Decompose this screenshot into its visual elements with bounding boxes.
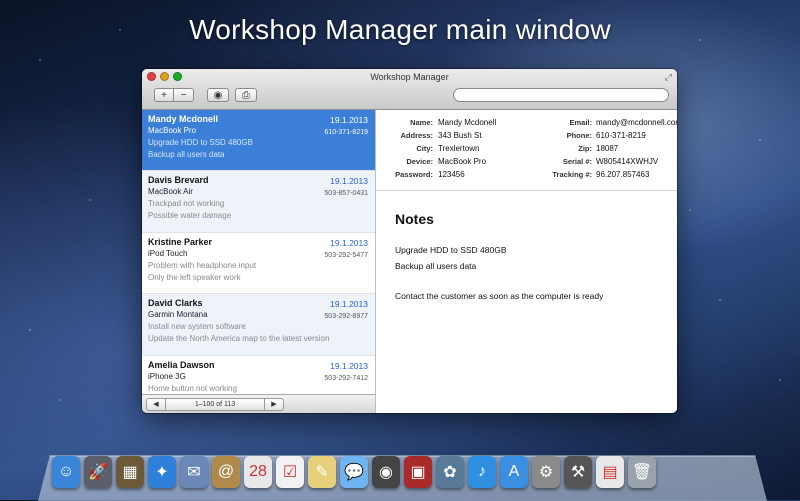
fullscreen-icon[interactable]: ⤢ [665,72,672,83]
field-label: Name: [410,118,433,127]
item-date: 19.1.2013 [330,176,368,187]
print-button[interactable]: ⎙ [235,88,257,102]
window-title: Workshop Manager [370,72,449,82]
field-value[interactable]: 610-371-8219 [596,131,646,140]
item-date: 19.1.2013 [330,115,368,125]
item-phone: 503-292-8977 [324,313,368,321]
item-note: Upgrade HDD to SSD 480GB [148,138,253,147]
page-info: 1–100 of 113 [166,398,264,411]
field-label: Email: [569,118,592,127]
notes-icon[interactable]: ✎ [308,456,336,488]
previous-page-button[interactable]: ◀ [146,398,166,411]
safari-icon[interactable]: ✦ [148,456,176,488]
trash-icon[interactable]: 🗑 [628,456,656,488]
item-note: Home button not working [148,383,237,393]
item-note: Install new system software [148,322,246,332]
field-row: Address: 343 Bush St Phone: 610-371-8219 [376,131,677,143]
item-note: Backup all users data [148,150,225,159]
pager: ◀ 1–100 of 113 ▶ [146,398,284,411]
item-note: Possible water damage [148,211,232,221]
field-value[interactable]: 18087 [596,144,618,153]
banner-title: Workshop Manager main window [189,14,611,45]
item-phone: 503-292-5477 [324,251,368,259]
list-footer: ◀ 1–100 of 113 ▶ [142,394,376,413]
app-store-icon[interactable]: A [500,456,528,488]
field-label: Phone: [566,131,592,140]
printer-icon: ⎙ [242,90,250,101]
documents-icon[interactable]: ▤ [596,456,624,488]
item-date: 19.1.2013 [330,299,368,310]
field-row: Device: MacBook Pro Serial #: W805414XWH… [376,157,677,169]
field-value[interactable]: mandy@mcdonnell.com [596,118,677,127]
note-line[interactable]: Contact the customer as soon as the comp… [395,291,603,301]
titlebar: Workshop Manager ⤢ + − ◉ ⎙ ⌕ [142,69,677,110]
list-item[interactable]: Mandy Mcdonell 19.1.2013 MacBook Pro 610… [142,110,375,172]
list-item[interactable]: David Clarks 19.1.2013 Garmin Montana 50… [142,294,375,356]
camera-icon: ◉ [213,90,223,101]
note-line[interactable]: Backup all users data [395,261,476,271]
field-value[interactable]: W805414XWHJV [596,157,658,166]
field-label: Zip: [578,144,592,153]
list-item[interactable]: Amelia Dawson 19.1.2013 iPhone 3G 503-29… [142,356,375,395]
field-label: Device: [406,157,433,166]
list-item[interactable]: Davis Brevard 19.1.2013 MacBook Air 503-… [142,171,375,233]
mission-control-icon[interactable]: ▦ [116,456,144,488]
add-remove-control: + − [154,88,194,102]
add-button[interactable]: + [154,88,174,102]
field-label: Tracking #: [552,170,592,179]
field-row: Name: Mandy Mcdonell Email: mandy@mcdonn… [376,118,677,130]
detail-pane: Name: Mandy Mcdonell Email: mandy@mcdonn… [376,110,677,413]
remove-button[interactable]: − [174,88,194,102]
reminders-icon[interactable]: ☑ [276,456,304,488]
note-line[interactable]: Upgrade HDD to SSD 480GB [395,245,507,255]
photo-booth-icon[interactable]: ▣ [404,456,432,488]
mail-icon[interactable]: ✉ [180,456,208,488]
field-value[interactable]: 123456 [438,170,465,179]
dock-icons: ☺ 🚀 ▦ ✦ ✉ @28 ☑ ✎ 💬 ◉ ▣ ✿ ♪ A ⚙ ⚒ ▤ 🗑 [52,456,656,488]
system-preferences-icon[interactable]: ⚙ [532,456,560,488]
search-input[interactable] [453,88,669,102]
item-note: Trackpad not working [148,199,225,209]
item-phone: 610-371-8219 [324,129,368,136]
item-date: 19.1.2013 [330,237,368,248]
item-date: 19.1.2013 [330,360,368,371]
customer-list: Mandy Mcdonell 19.1.2013 MacBook Pro 610… [142,110,376,395]
field-value[interactable]: Mandy Mcdonell [438,118,496,127]
field-label: Password: [395,170,433,179]
messages-icon[interactable]: 💬 [340,456,368,488]
itunes-icon[interactable]: ♪ [468,456,496,488]
field-value[interactable]: Trexlertown [438,144,480,153]
list-item[interactable]: Kristine Parker 19.1.2013 iPod Touch 503… [142,233,375,295]
notes-title: Notes [395,211,434,227]
launchpad-icon[interactable]: 🚀 [84,456,112,488]
facetime-icon[interactable]: ◉ [372,456,400,488]
field-label: City: [416,144,433,153]
calendar-icon[interactable]: 28 [244,456,272,488]
item-phone: 503-292-7412 [324,374,368,382]
field-row: Password: 123456 Tracking #: 96.207.8574… [376,170,677,182]
field-value[interactable]: 343 Bush St [438,131,482,140]
next-page-button[interactable]: ▶ [264,398,284,411]
field-row: City: Trexlertown Zip: 18087 [376,144,677,156]
workshop-manager-icon[interactable]: ⚒ [564,456,592,488]
settings-button[interactable]: ◉ [207,88,229,102]
app-window: Workshop Manager ⤢ + − ◉ ⎙ ⌕ Mandy Mcdon… [142,69,677,413]
item-note: Only the left speaker work [148,272,241,282]
item-phone: 503-857-0431 [324,190,368,198]
contacts-icon[interactable]: @ [212,456,240,488]
field-value[interactable]: 96.207.857463 [596,170,649,179]
item-note: Problem with headphone input [148,260,257,270]
field-label: Address: [400,131,433,140]
field-label: Serial #: [562,157,592,166]
item-note: Update the North America map to the late… [148,334,330,344]
iphoto-icon[interactable]: ✿ [436,456,464,488]
customer-fields: Name: Mandy Mcdonell Email: mandy@mcdonn… [376,110,677,191]
field-value[interactable]: MacBook Pro [438,157,486,166]
finder-icon[interactable]: ☺ [52,456,80,488]
